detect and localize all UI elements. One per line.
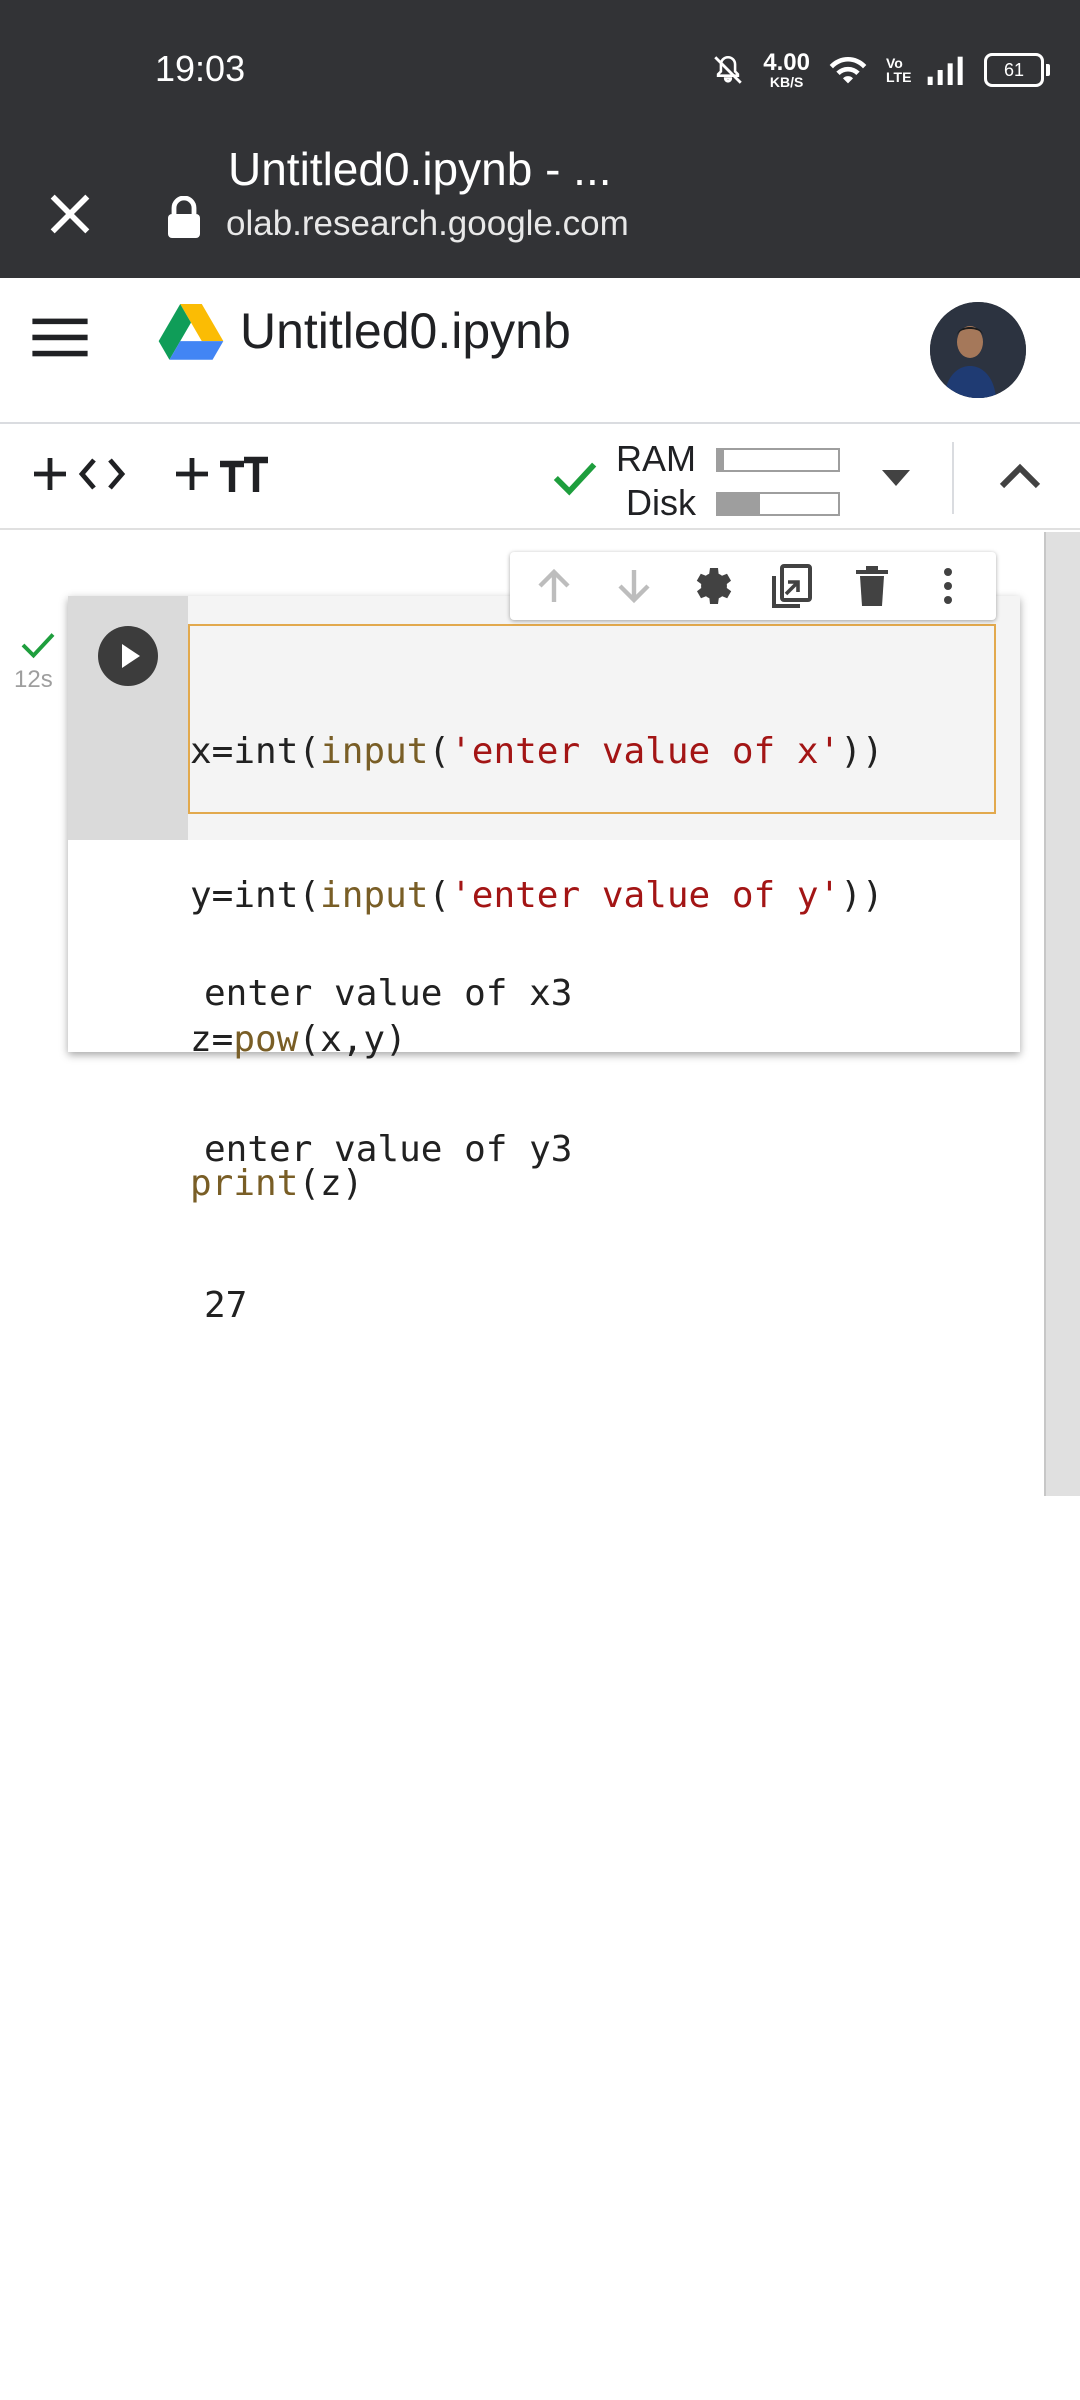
scrollbar[interactable] [1044, 532, 1080, 1496]
app-bar: Untitled0.ipynb [0, 278, 1080, 425]
browser-toolbar: Untitled0.ipynb - ... olab.research.goog… [0, 142, 1080, 361]
code-editor[interactable]: x=int(input('enter value of x')) y=int(i… [188, 596, 1020, 1204]
output-line-2: enter value of y3 [204, 1129, 573, 1170]
add-code-icon [34, 458, 126, 490]
lock-icon [168, 196, 200, 238]
code-line: x=int(input('enter value of x')) [190, 728, 884, 776]
disk-bar [716, 492, 840, 516]
mirror-cell-icon[interactable] [768, 562, 816, 610]
add-code-button[interactable] [30, 452, 134, 496]
signal-icon [927, 56, 963, 85]
cell-output: enter value of x3 enter value of y3 27 [204, 864, 572, 1436]
exec-success-icon [21, 633, 55, 659]
cell-gutter [68, 596, 188, 840]
code-cell[interactable]: x=int(input('enter value of x')) y=int(i… [68, 596, 1020, 1326]
arrow-up-icon[interactable] [530, 562, 578, 610]
code-line-1: x=int(input('enter value of x')) [190, 731, 884, 772]
ram-label: RAM [616, 438, 696, 479]
battery-icon: 61 [984, 53, 1050, 87]
chevron-down-icon[interactable] [880, 464, 912, 488]
net-speed-unit: KB/S [769, 74, 804, 90]
play-icon [122, 644, 140, 668]
connected-check-icon [553, 462, 597, 496]
battery-level: 61 [1003, 59, 1025, 80]
arrow-down-icon[interactable] [610, 562, 658, 610]
google-drive-icon[interactable] [158, 304, 224, 362]
disk-label: Disk [626, 482, 696, 523]
cell-toolbar [510, 552, 996, 620]
wifi-icon [829, 56, 867, 84]
add-text-button[interactable] [172, 452, 272, 496]
exec-time: 12s [14, 666, 53, 693]
volte-label: Vo LTE [886, 55, 912, 85]
avatar-image [930, 302, 1026, 398]
gear-icon[interactable] [688, 562, 736, 610]
notebook-toolbar: RAM Disk [0, 424, 1080, 530]
mute-bell-icon [714, 55, 743, 84]
status-icons: 4.00 KB/S Vo LTE 61 [711, 40, 1050, 100]
ram-bar [716, 448, 840, 472]
output-line-3: 27 [204, 1285, 248, 1326]
net-speed-value: 4.00 [763, 49, 810, 76]
notebook-title[interactable]: Untitled0.ipynb [240, 302, 571, 360]
delete-icon[interactable] [848, 562, 896, 610]
close-icon[interactable] [44, 188, 96, 240]
output-line-1: enter value of x3 [204, 973, 573, 1014]
run-cell-button[interactable] [98, 626, 158, 686]
status-time: 19:03 [155, 48, 246, 89]
status-bar: 19:03 4.00 KB/S Vo LTE 61 [0, 0, 1080, 142]
chevron-up-icon[interactable] [996, 460, 1044, 492]
toolbar-divider [952, 442, 954, 514]
add-text-icon [176, 456, 268, 492]
avatar[interactable] [930, 302, 1026, 398]
more-vert-icon[interactable] [924, 562, 972, 610]
disk-bar-fill [718, 494, 760, 514]
tab-title[interactable]: Untitled0.ipynb - ... [228, 142, 612, 196]
url-domain[interactable]: olab.research.google.com [226, 204, 629, 244]
net-speed: 4.00 KB/S [763, 49, 810, 90]
ram-bar-fill [718, 450, 724, 470]
resources-indicator[interactable]: RAM Disk [600, 432, 860, 523]
menu-icon[interactable] [32, 314, 88, 360]
